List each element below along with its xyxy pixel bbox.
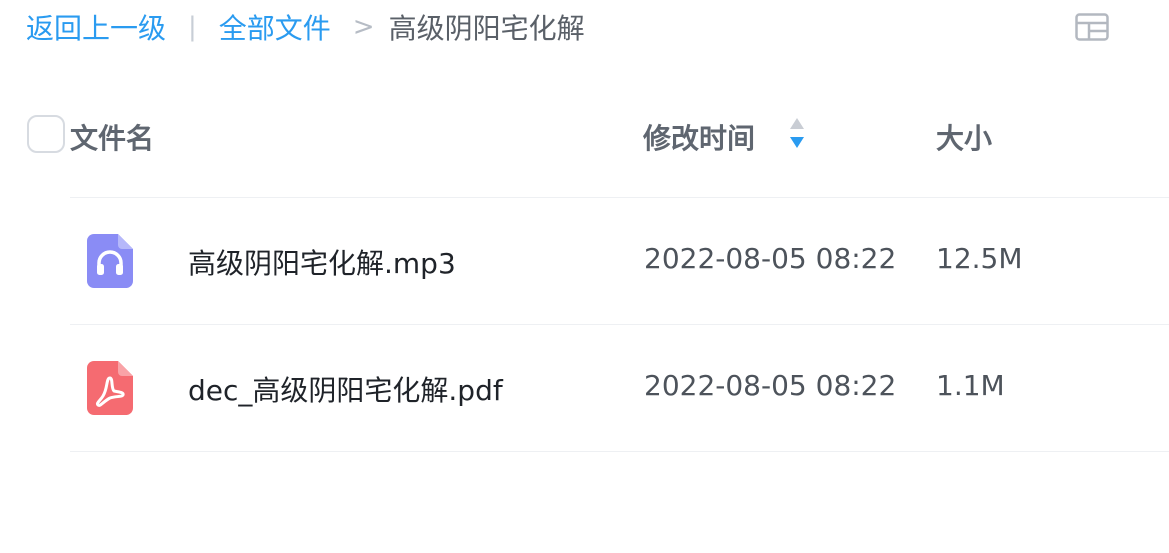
file-browser: 返回上一级 | 全部文件 > 高级阴阳宅化解 文件名 修改时间 大小 高级阴阳宅 (0, 0, 1169, 553)
file-name[interactable]: 高级阴阳宅化解.mp3 (188, 242, 456, 282)
back-link[interactable]: 返回上一级 (26, 7, 166, 47)
breadcrumb-arrow: > (352, 12, 375, 42)
pdf-file-icon (87, 361, 133, 415)
breadcrumb: 返回上一级 | 全部文件 > 高级阴阳宅化解 (26, 6, 585, 48)
breadcrumb-root-link[interactable]: 全部文件 (219, 7, 331, 47)
column-header-name[interactable]: 文件名 (70, 117, 154, 157)
audio-file-icon (87, 234, 133, 288)
file-modified-time: 2022-08-05 08:22 (644, 369, 897, 402)
breadcrumb-separator: | (188, 12, 197, 42)
column-header-modified[interactable]: 修改时间 (643, 117, 755, 157)
table-header: 文件名 修改时间 大小 (0, 105, 1169, 167)
file-size: 1.1M (936, 369, 1005, 402)
table-row[interactable]: 高级阴阳宅化解.mp3 2022-08-05 08:22 12.5M (70, 198, 1169, 324)
file-name[interactable]: dec_高级阴阳宅化解.pdf (188, 369, 503, 409)
column-header-size[interactable]: 大小 (936, 117, 992, 157)
breadcrumb-current-folder: 高级阴阳宅化解 (388, 12, 585, 45)
table-row[interactable]: dec_高级阴阳宅化解.pdf 2022-08-05 08:22 1.1M (70, 325, 1169, 451)
select-all-checkbox[interactable] (27, 115, 65, 153)
file-size: 12.5M (936, 242, 1023, 275)
sort-icon[interactable] (786, 115, 808, 151)
grid-view-icon[interactable] (1075, 13, 1109, 41)
row-divider (70, 451, 1169, 452)
file-modified-time: 2022-08-05 08:22 (644, 242, 897, 275)
